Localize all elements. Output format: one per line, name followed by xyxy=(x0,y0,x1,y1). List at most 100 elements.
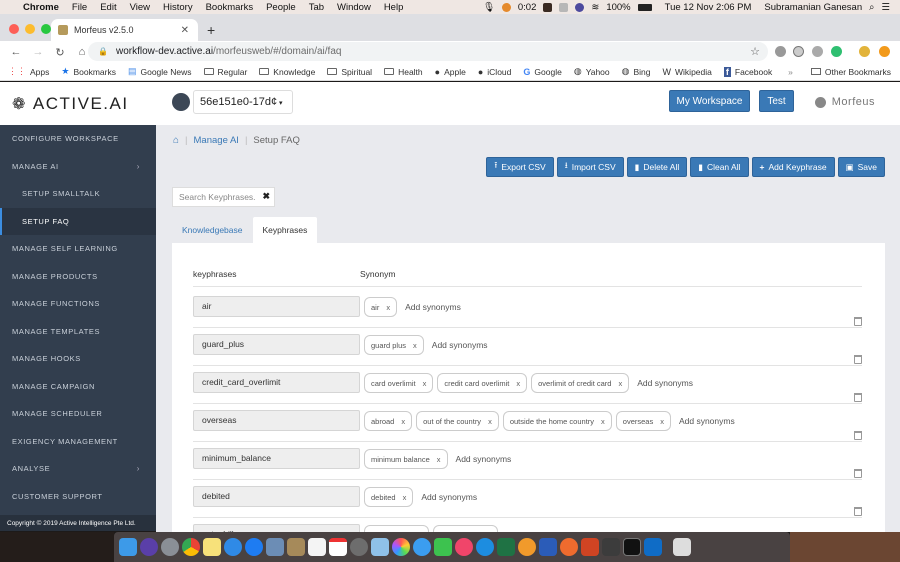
keyphrase-input[interactable]: credit_card_overlimit xyxy=(193,372,360,393)
word-icon[interactable] xyxy=(539,538,557,556)
timer-icon[interactable] xyxy=(501,2,511,12)
battery-icon[interactable] xyxy=(637,3,652,11)
trash-icon[interactable] xyxy=(673,538,691,556)
keyphrase-input[interactable]: minimum_balance xyxy=(193,448,360,469)
bookmark-bookmarks[interactable]: ★ Bookmarks xyxy=(61,66,116,77)
sidebar-item-customer-support[interactable]: CUSTOMER SUPPORT xyxy=(0,483,156,511)
skype-icon[interactable] xyxy=(476,538,494,556)
contacts-icon[interactable] xyxy=(287,538,305,556)
finder-icon[interactable] xyxy=(119,538,137,556)
launchpad-icon[interactable] xyxy=(161,538,179,556)
home-icon[interactable]: ⌂ xyxy=(173,135,179,146)
extension-speed-icon[interactable] xyxy=(793,46,804,57)
delete-keyphrase-icon[interactable] xyxy=(854,431,862,440)
sidebar-item-manage-templates[interactable]: MANAGE TEMPLATES xyxy=(0,318,156,346)
remove-synonym-icon[interactable]: x xyxy=(437,455,441,464)
remove-synonym-icon[interactable]: x xyxy=(660,417,664,426)
excel-icon[interactable] xyxy=(497,538,515,556)
remove-synonym-icon[interactable]: x xyxy=(618,379,622,388)
grammarly-icon[interactable] xyxy=(831,46,842,57)
system-preferences-icon[interactable] xyxy=(350,538,368,556)
bookmark-regular[interactable]: Regular xyxy=(203,67,247,77)
books-icon[interactable] xyxy=(518,538,536,556)
address-bar[interactable]: 🔒 workflow-dev.active.ai/morfeusweb/#/do… xyxy=(88,42,768,61)
bookmark-icloud[interactable]: ● iCloud xyxy=(478,67,512,77)
delete-all-button[interactable]: ▮ Delete All xyxy=(626,157,688,177)
add-synonyms-input[interactable]: Add synonyms xyxy=(405,302,461,312)
preview-icon[interactable] xyxy=(266,538,284,556)
notification-center-icon[interactable]: ☰ xyxy=(881,2,890,13)
microphone-icon[interactable]: 🎙 xyxy=(483,2,495,13)
menu-app-name[interactable]: Chrome xyxy=(23,2,59,13)
synonyms-tag-input[interactable]: debited x Add synonyms xyxy=(364,487,477,507)
bookmark-health[interactable]: Health xyxy=(384,67,423,77)
extension-3-icon[interactable] xyxy=(812,46,823,57)
minimize-window-button[interactable] xyxy=(25,24,35,34)
keyphrase-input[interactable]: debited xyxy=(193,486,360,507)
sidebar-item-setup-smalltalk[interactable]: SETUP SMALLTALK xyxy=(0,180,156,208)
powerpoint-icon[interactable] xyxy=(581,538,599,556)
remove-synonym-icon[interactable]: x xyxy=(401,417,405,426)
sidebar-item-setup-faq[interactable]: SETUP FAQ xyxy=(0,207,156,235)
menu-file[interactable]: File xyxy=(72,2,87,13)
close-window-button[interactable] xyxy=(9,24,19,34)
remove-synonym-icon[interactable]: x xyxy=(413,341,417,350)
close-tab-icon[interactable]: ✕ xyxy=(181,25,189,36)
reload-icon[interactable]: ↻ xyxy=(54,46,66,59)
my-workspace-button[interactable]: My Workspace xyxy=(669,90,750,112)
sidebar-item-manage-products[interactable]: MANAGE PRODUCTS xyxy=(0,263,156,291)
keyphrase-input[interactable]: air xyxy=(193,296,360,317)
safari-icon[interactable] xyxy=(224,538,242,556)
user-name[interactable]: Subramanian Ganesan xyxy=(764,2,862,13)
app-store-icon[interactable] xyxy=(245,538,263,556)
sidebar-item-manage-functions[interactable]: MANAGE FUNCTIONS xyxy=(0,290,156,318)
bookmark-apps[interactable]: ⋮⋮ Apps xyxy=(8,66,49,77)
outlook-icon[interactable] xyxy=(644,538,662,556)
calendar-icon[interactable] xyxy=(329,538,347,556)
terminal-icon[interactable] xyxy=(623,538,641,556)
bookmark-yahoo[interactable]: ◍ Yahoo xyxy=(574,66,610,77)
bookmark-bing[interactable]: ◍ Bing xyxy=(622,66,651,77)
remove-synonym-icon[interactable]: x xyxy=(403,493,407,502)
extension-orange-icon[interactable] xyxy=(879,46,890,57)
browser-tab[interactable]: Morfeus v2.5.0 ✕ xyxy=(51,19,198,41)
search-keyphrases-input[interactable]: Search Keyphrases. ✖ xyxy=(172,187,275,207)
menu-edit[interactable]: Edit xyxy=(100,2,116,13)
export-csv-button[interactable]: ⭱ Export CSV xyxy=(486,157,554,177)
extension-1-icon[interactable] xyxy=(775,46,786,57)
sidebar-item-manage-scheduler[interactable]: MANAGE SCHEDULER xyxy=(0,400,156,428)
delete-keyphrase-icon[interactable] xyxy=(854,469,862,478)
clear-search-icon[interactable]: ✖ xyxy=(262,191,270,202)
logo[interactable]: ❁ ACTIVE.AI xyxy=(12,94,129,114)
spotlight-icon[interactable]: ⌕ xyxy=(869,2,874,13)
add-synonyms-input[interactable]: Add synonyms xyxy=(456,454,512,464)
test-button[interactable]: Test xyxy=(759,90,794,112)
clock[interactable]: Tue 12 Nov 2:06 PM xyxy=(665,2,752,13)
messages-icon[interactable] xyxy=(413,538,431,556)
siri-icon[interactable] xyxy=(140,538,158,556)
add-synonyms-input[interactable]: Add synonyms xyxy=(679,416,735,426)
bookmark-facebook[interactable]: f Facebook xyxy=(723,66,772,77)
photos-icon[interactable] xyxy=(392,538,410,556)
facetime-icon[interactable] xyxy=(434,538,452,556)
remove-synonym-icon[interactable]: x xyxy=(601,417,605,426)
sidebar-item-exigency-management[interactable]: EXIGENCY MANAGEMENT xyxy=(0,428,156,456)
menu-history[interactable]: History xyxy=(163,2,193,13)
synonyms-tag-input[interactable]: abroad x out of the country x outside the ho… xyxy=(364,411,735,431)
bookmark-google-news[interactable]: ▤ Google News xyxy=(128,66,192,77)
sidebar-item-manage-self-learning[interactable]: MANAGE SELF LEARNING xyxy=(0,235,156,263)
notes-icon[interactable] xyxy=(203,538,221,556)
tray-app2-icon[interactable] xyxy=(559,2,569,12)
keyphrase-input[interactable]: auto_bill xyxy=(193,524,360,532)
bookmark-apple[interactable]: ● Apple xyxy=(435,67,466,77)
add-synonyms-input[interactable]: Add synonyms xyxy=(637,378,693,388)
workspace-select[interactable]: 56e151e0-17d¢ ▾ xyxy=(193,90,293,114)
delete-keyphrase-icon[interactable] xyxy=(854,317,862,326)
siri-tray-icon[interactable] xyxy=(575,2,585,12)
add-synonyms-input[interactable]: Add synonyms xyxy=(432,340,488,350)
breadcrumb-manage-ai[interactable]: Manage AI xyxy=(194,135,239,146)
maximize-window-button[interactable] xyxy=(41,24,51,34)
menu-people[interactable]: People xyxy=(266,2,296,13)
synonyms-tag-input[interactable]: card overlimit x credit card overlimit x ove… xyxy=(364,373,693,393)
tab-keyphrases[interactable]: Keyphrases xyxy=(252,217,318,243)
